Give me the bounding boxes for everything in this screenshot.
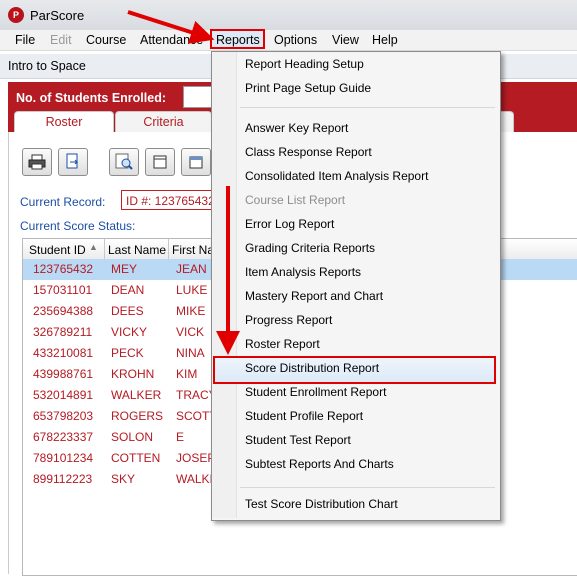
column-divider[interactable] bbox=[168, 239, 169, 259]
last-name-cell: KROHN bbox=[111, 367, 155, 381]
first-name-cell: MIKE bbox=[176, 304, 206, 318]
last-name-cell: DEES bbox=[111, 304, 144, 318]
menu-icon-gutter bbox=[212, 52, 237, 518]
title-bar bbox=[0, 0, 577, 31]
last-name-cell: SKY bbox=[111, 472, 136, 486]
student-id-cell: 235694388 bbox=[33, 304, 94, 318]
current-record-value: ID #: 123765432 bbox=[121, 190, 217, 210]
first-name-cell: TRACY bbox=[176, 388, 212, 402]
enrolled-label: No. of Students Enrolled: bbox=[16, 91, 166, 105]
menu-file[interactable]: File bbox=[15, 33, 35, 47]
current-score-status-label: Current Score Status: bbox=[20, 219, 136, 233]
menu-item-error-log-report[interactable]: Error Log Report bbox=[245, 217, 334, 231]
last-name-cell: COTTEN bbox=[111, 451, 161, 465]
last-name-cell: MEY bbox=[111, 262, 138, 276]
menu-separator bbox=[240, 107, 495, 108]
first-name-cell: KIM bbox=[176, 367, 198, 381]
current-record-label: Current Record: bbox=[20, 195, 106, 209]
menu-help[interactable]: Help bbox=[372, 33, 398, 47]
menu-item-print-page-setup-guide[interactable]: Print Page Setup Guide bbox=[245, 81, 371, 95]
find-student-icon bbox=[115, 153, 133, 170]
edit-record-button[interactable] bbox=[145, 148, 175, 176]
student-id-cell: 433210081 bbox=[33, 346, 94, 360]
column-divider[interactable] bbox=[104, 239, 105, 259]
menu-attendance[interactable]: Attendance bbox=[140, 33, 208, 47]
last-name-cell: ROGERS bbox=[111, 409, 164, 423]
menu-item-mastery-report-and-chart[interactable]: Mastery Report and Chart bbox=[245, 289, 383, 303]
parscore-logo-icon: P bbox=[8, 7, 24, 23]
menu-item-test-score-distribution-chart[interactable]: Test Score Distribution Chart bbox=[245, 497, 398, 511]
first-name-cell: NINA bbox=[176, 346, 205, 360]
menu-item-subtest-reports-and-charts[interactable]: Subtest Reports And Charts bbox=[245, 457, 394, 471]
calendar-icon bbox=[189, 156, 203, 169]
menu-item-student-profile-report[interactable]: Student Profile Report bbox=[245, 409, 363, 423]
student-id-cell: 439988761 bbox=[33, 367, 94, 381]
tab-criteria[interactable]: Criteria bbox=[115, 111, 212, 133]
student-id-cell: 653798203 bbox=[33, 409, 94, 423]
sort-ascending-icon: ▲ bbox=[89, 242, 98, 252]
menu-reports[interactable]: Reports bbox=[216, 33, 260, 47]
print-preview-icon bbox=[66, 153, 79, 169]
first-name-cell: E bbox=[176, 430, 185, 444]
menu-item-item-analysis-reports[interactable]: Item Analysis Reports bbox=[245, 265, 361, 279]
menu-item-course-list-report[interactable]: Course List Report bbox=[245, 193, 345, 207]
student-id-cell: 899112223 bbox=[33, 472, 93, 486]
menu-item-student-test-report[interactable]: Student Test Report bbox=[245, 433, 351, 447]
first-name-cell: VICK bbox=[176, 325, 205, 339]
menu-item-class-response-report[interactable]: Class Response Report bbox=[245, 145, 372, 159]
student-id-cell: 326789211 bbox=[33, 325, 93, 339]
student-id-cell: 678223337 bbox=[33, 430, 94, 444]
last-name-cell: DEAN bbox=[111, 283, 145, 297]
menu-edit[interactable]: Edit bbox=[50, 33, 72, 47]
column-first-name[interactable]: First Na bbox=[172, 243, 214, 257]
student-id-cell: 123765432 bbox=[33, 262, 94, 276]
menu-options[interactable]: Options bbox=[274, 33, 317, 47]
window-title: ParScore bbox=[30, 8, 85, 23]
last-name-cell: PECK bbox=[111, 346, 144, 360]
print-preview-button[interactable] bbox=[58, 148, 88, 176]
menu-course[interactable]: Course bbox=[86, 33, 126, 47]
find-student-button[interactable] bbox=[109, 148, 139, 176]
last-name-cell: SOLON bbox=[111, 430, 154, 444]
first-name-cell: JEAN bbox=[176, 262, 207, 276]
edit-record-icon bbox=[153, 155, 167, 169]
first-name-cell: JOSEPH bbox=[176, 451, 212, 465]
column-student-id[interactable]: Student ID bbox=[29, 243, 86, 257]
course-name: Intro to Space bbox=[8, 59, 86, 73]
menu-separator bbox=[240, 487, 495, 488]
menu-item-score-distribution-report[interactable]: Score Distribution Report bbox=[245, 361, 379, 375]
menu-item-roster-report[interactable]: Roster Report bbox=[245, 337, 320, 351]
calendar-button[interactable] bbox=[181, 148, 211, 176]
menu-item-answer-key-report[interactable]: Answer Key Report bbox=[245, 121, 348, 135]
tab-roster[interactable]: Roster bbox=[14, 111, 114, 133]
first-name-cell: SCOTT bbox=[176, 409, 212, 423]
print-button[interactable] bbox=[22, 148, 52, 176]
last-name-cell: WALKER bbox=[111, 388, 162, 402]
student-id-cell: 532014891 bbox=[33, 388, 94, 402]
menu-item-grading-criteria-reports[interactable]: Grading Criteria Reports bbox=[245, 241, 375, 255]
first-name-cell: WALKER bbox=[176, 472, 212, 486]
menu-item-student-enrollment-report[interactable]: Student Enrollment Report bbox=[245, 385, 386, 399]
printer-icon bbox=[28, 154, 46, 170]
column-last-name[interactable]: Last Name bbox=[108, 243, 166, 257]
student-id-cell: 157031101 bbox=[33, 283, 93, 297]
menu-item-progress-report[interactable]: Progress Report bbox=[245, 313, 332, 327]
menu-item-consolidated-item-analysis-report[interactable]: Consolidated Item Analysis Report bbox=[245, 169, 428, 183]
first-name-cell: LUKE bbox=[176, 283, 208, 297]
student-id-cell: 789101234 bbox=[33, 451, 94, 465]
last-name-cell: VICKY bbox=[111, 325, 148, 339]
menu-item-report-heading-setup[interactable]: Report Heading Setup bbox=[245, 57, 364, 71]
menu-view[interactable]: View bbox=[332, 33, 359, 47]
